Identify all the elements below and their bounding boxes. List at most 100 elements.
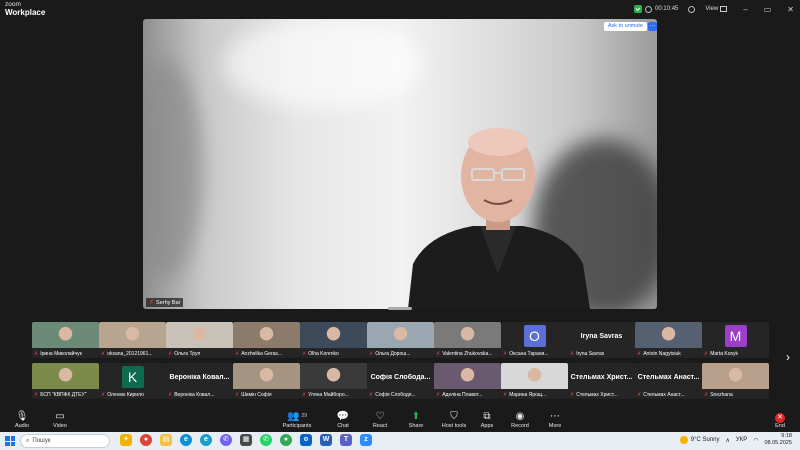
- participant-name: Ольга Труп: [174, 351, 201, 357]
- word-icon[interactable]: W: [320, 434, 332, 446]
- participant-tile[interactable]: ✗ Ольга Дорош...: [367, 322, 434, 358]
- close-icon[interactable]: ✕: [787, 5, 794, 14]
- participant-tile[interactable]: Стельмах Христ... ✗ Стельмах Христ...: [568, 363, 635, 399]
- participant-tile[interactable]: ✗ Аделіна Плавот...: [434, 363, 501, 399]
- chat-button[interactable]: 💬 Chat: [323, 410, 363, 429]
- participant-label: ✗ Вероніка Ковал...: [168, 392, 231, 398]
- video-more-button[interactable]: ···: [648, 22, 657, 31]
- edge-profile-icon[interactable]: e: [200, 434, 212, 446]
- share-icon: ⬆: [411, 411, 421, 422]
- participant-gallery: ✗ Ірина Миколайчук ✗ oksana_20121961... ✗ Оль…: [32, 321, 769, 399]
- meeting-timer[interactable]: 00:10:45: [634, 5, 678, 13]
- participant-label: ✗ Оленюк Кирило: [101, 392, 164, 398]
- participant-tile[interactable]: ✗ Уляна Майборо...: [300, 363, 367, 399]
- viber-icon[interactable]: ✆: [220, 434, 232, 446]
- participant-tile[interactable]: ✗ Ірина Миколайчук: [32, 322, 99, 358]
- participant-label: ✗ Аделіна Плавот...: [436, 392, 499, 398]
- zoom-window: zoom Workplace 00:10:45 View – ▭ ✕ Ask t…: [0, 0, 800, 450]
- weather-text: 9°C Sunny: [690, 437, 720, 443]
- outlook-icon[interactable]: o: [300, 434, 312, 446]
- participant-label: ✗ Marta Kosyk: [704, 351, 767, 357]
- mic-muted-icon: ✗: [34, 392, 39, 398]
- participant-label: ✗ Antoin Nagytsiuk: [637, 351, 700, 357]
- participants-label: Participants: [282, 423, 312, 429]
- chrome-icon[interactable]: ●: [140, 434, 152, 446]
- weather-widget[interactable]: 9°C Sunny: [679, 436, 720, 444]
- teams-icon[interactable]: T: [340, 434, 352, 446]
- participant-name-display: Стельмах Христ...: [570, 374, 633, 381]
- clock[interactable]: 9:18 08.05.2025: [764, 433, 792, 447]
- gallery-next-icon[interactable]: ›: [786, 350, 790, 364]
- participant-tile[interactable]: Софія Слобода... ✗ Софія Слободя...: [367, 363, 434, 399]
- edge-icon[interactable]: e: [180, 434, 192, 446]
- participant-label: ✗ Snezhana: [704, 392, 767, 398]
- end-meeting-button[interactable]: ✕ End: [760, 410, 800, 429]
- resize-handle[interactable]: [388, 307, 412, 310]
- participant-tile[interactable]: ✗ Шимін Софія: [233, 363, 300, 399]
- participant-tile[interactable]: K ✗ Оленюк Кирило: [99, 363, 166, 399]
- participant-tile[interactable]: ✗ oksana_20121961...: [99, 322, 166, 358]
- brand-zoom-text: zoom: [5, 1, 21, 8]
- brand-workplace-text: Workplace: [5, 8, 46, 17]
- participant-label: ✗ oksana_20121961...: [101, 351, 164, 357]
- windows-start-icon[interactable]: [5, 436, 15, 446]
- copilot-icon[interactable]: ✦: [120, 434, 132, 446]
- timer-text: 00:10:45: [655, 6, 679, 12]
- window-controls: – ▭ ✕: [743, 5, 794, 14]
- audio-button[interactable]: 🎙 Audio: [2, 410, 42, 429]
- taskbar-apps: ✦ ● ▤ e e ✆ ▦ ✆ ● o W T z: [120, 434, 372, 446]
- background-blur: [223, 19, 423, 109]
- chrome-alt-icon[interactable]: ●: [280, 434, 292, 446]
- participant-tile[interactable]: ✗ Valentina Zhukovska...: [434, 322, 501, 358]
- end-label: End: [775, 423, 785, 429]
- zoom-icon[interactable]: z: [360, 434, 372, 446]
- file-explorer-icon[interactable]: ▤: [160, 434, 172, 446]
- participant-name: Anzhelika Geras...: [241, 351, 283, 357]
- participant-tile[interactable]: Iryna Savras ✗ Iryna Savras: [568, 322, 635, 358]
- mic-muted-icon: ✗: [235, 351, 240, 357]
- maximize-icon[interactable]: ▭: [764, 5, 772, 14]
- mic-muted-icon: ✗: [101, 351, 106, 357]
- share-button[interactable]: ⬆ Share: [396, 410, 436, 429]
- title-bar: zoom Workplace 00:10:45 View – ▭ ✕: [0, 0, 800, 17]
- participant-tile[interactable]: ✗ БСП "КВПФК ДТЕУ": [32, 363, 99, 399]
- sun-icon: [679, 436, 688, 444]
- participant-tile[interactable]: Вероніка Ковал... ✗ Вероніка Ковал...: [166, 363, 233, 399]
- view-button[interactable]: View: [705, 6, 728, 12]
- audio-label: Audio: [14, 423, 30, 429]
- record-icon: ◉: [515, 411, 525, 422]
- wifi-icon[interactable]: ◠: [753, 437, 758, 444]
- participant-tile[interactable]: O ✗ Оксана Тарани...: [501, 322, 568, 358]
- participant-tile[interactable]: ✗ Antoin Nagytsiuk: [635, 322, 702, 358]
- ask-to-unmute-button[interactable]: Ask to unmute: [603, 22, 647, 31]
- video-button[interactable]: ▭ Video: [40, 410, 80, 429]
- title-bar-right: 00:10:45 View – ▭ ✕: [634, 3, 794, 15]
- participant-name: Ольга Дорош...: [375, 351, 411, 357]
- minimize-icon[interactable]: –: [743, 5, 747, 14]
- store-icon[interactable]: ▦: [240, 434, 252, 446]
- mic-muted-icon: ✗: [704, 351, 709, 357]
- participants-button[interactable]: 👥 29 Participants: [277, 410, 317, 429]
- participant-tile[interactable]: Стельмах Анаст... ✗ Стельмах Анаст...: [635, 363, 702, 399]
- speaker-name: Serhy Bai: [156, 299, 180, 306]
- participant-tile[interactable]: ✗ Olha Korenko: [300, 322, 367, 358]
- app-brand: zoom Workplace: [5, 1, 46, 17]
- participant-tile[interactable]: M ✗ Marta Kosyk: [702, 322, 769, 358]
- participant-tile[interactable]: ✗ Ольга Труп: [166, 322, 233, 358]
- language-indicator[interactable]: УКР: [736, 437, 747, 443]
- participant-label: ✗ Уляна Майборо...: [302, 392, 365, 398]
- active-speaker-video[interactable]: Ask to unmute ··· ✗ Serhy Bai: [143, 19, 657, 309]
- security-shield-icon: [634, 5, 643, 13]
- record-button[interactable]: ◉ Record: [500, 410, 540, 429]
- pin-icon[interactable]: [688, 5, 696, 13]
- participant-tile[interactable]: ✗ Snezhana: [702, 363, 769, 399]
- react-button[interactable]: ♡ React: [360, 410, 400, 429]
- participant-video: [635, 322, 702, 348]
- participant-tile[interactable]: ✗ Марина Ярощ...: [501, 363, 568, 399]
- more-button[interactable]: ⋯ More: [535, 410, 575, 429]
- whatsapp-icon[interactable]: ✆: [260, 434, 272, 446]
- participant-tile[interactable]: ✗ Anzhelika Geras...: [233, 322, 300, 358]
- participant-video: [99, 322, 166, 348]
- tray-chevron-icon[interactable]: ∧: [726, 437, 730, 444]
- taskbar-search[interactable]: ⌕ Пошук: [20, 434, 110, 448]
